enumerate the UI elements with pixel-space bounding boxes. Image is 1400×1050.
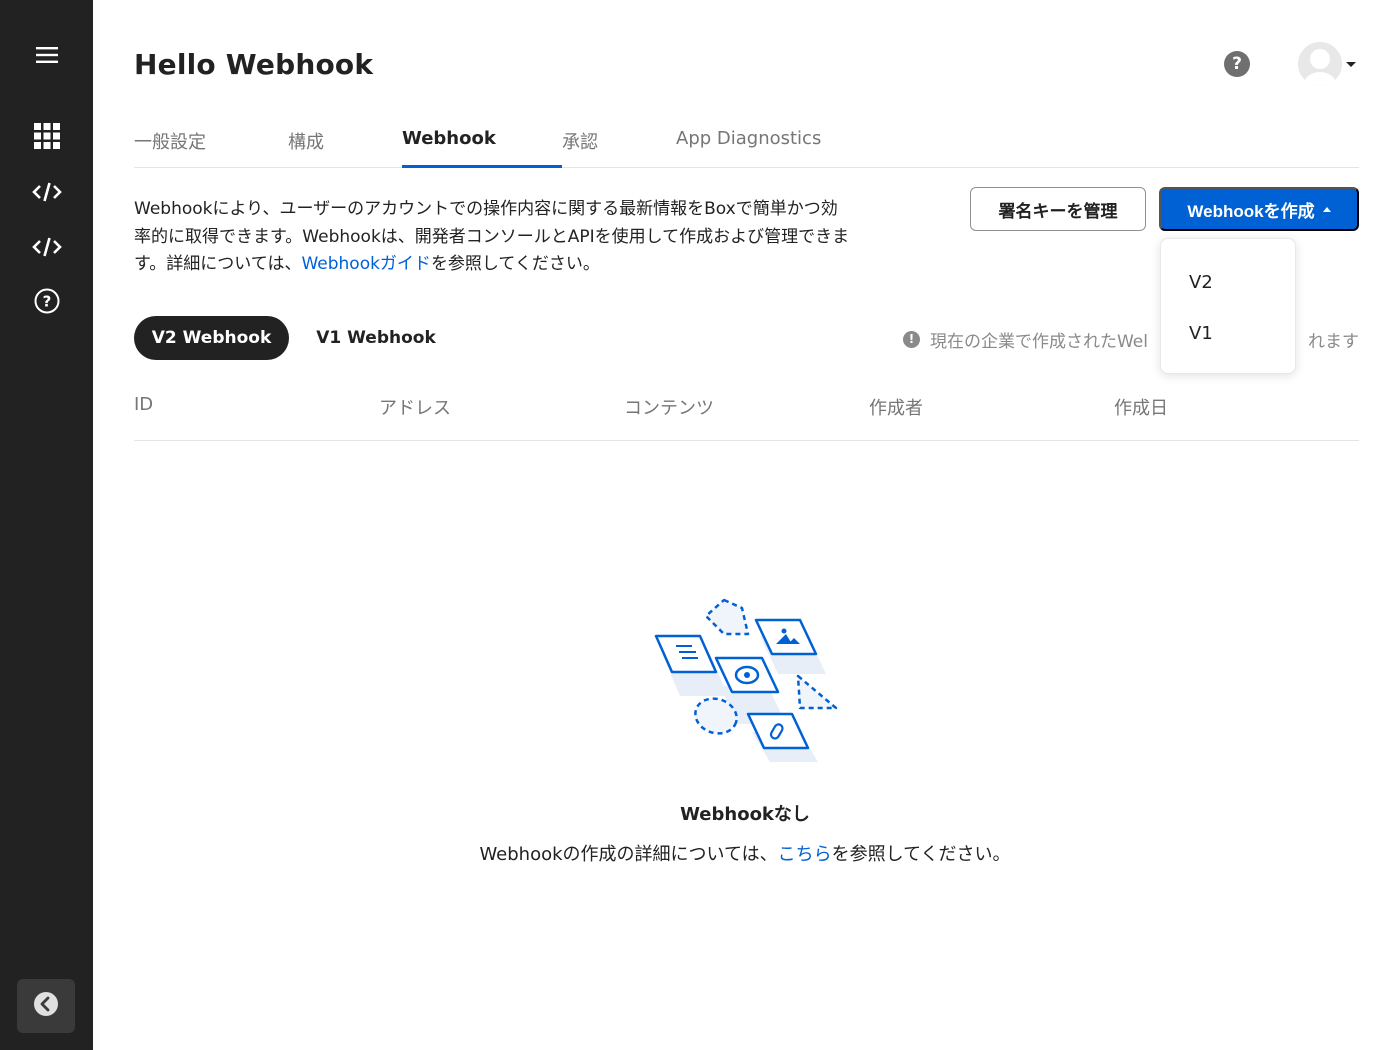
create-webhook-button[interactable]: Webhookを作成 [1159,187,1359,231]
menu-item-v2[interactable]: V2 [1161,259,1295,305]
tab-webhook[interactable]: Webhook [402,128,496,168]
menu-item-v1[interactable]: V1 [1161,310,1295,356]
column-header-address[interactable]: アドレス [379,394,451,420]
column-header-created-by[interactable]: 作成者 [869,394,923,420]
tab-app-diagnostics[interactable]: App Diagnostics [676,128,821,168]
apps-grid-icon[interactable] [28,117,66,155]
code-icon[interactable] [28,173,66,211]
notice-text: 現在の企業で作成されたWel [930,331,1148,352]
learn-more-link[interactable]: こちら [778,844,832,865]
tab-general-settings[interactable]: 一般設定 [134,128,206,168]
empty-state-title: Webhookなし [680,804,810,825]
help-icon: ? [1232,54,1242,74]
manage-signature-keys-button[interactable]: 署名キーを管理 [970,187,1146,231]
code-icon[interactable] [28,228,66,266]
column-header-id[interactable]: ID [134,394,153,415]
webhook-table-header: ID アドレス コンテンツ 作成者 作成日 [134,386,1359,441]
tab-configuration[interactable]: 構成 [288,128,324,168]
chevron-down-icon [1346,61,1356,67]
active-tab-indicator [402,165,562,168]
empty-state-illustration [650,596,840,768]
column-header-content[interactable]: コンテンツ [624,394,714,420]
account-menu[interactable] [1298,42,1356,86]
alert-icon: ! [903,330,920,348]
column-header-created-at[interactable]: 作成日 [1114,394,1168,420]
v1-webhook-pill[interactable]: V1 Webhook [303,316,449,360]
notice-text-tail: れます [1308,331,1359,352]
empty-state-description: Webhookの作成の詳細については、こちらを参照してください。 [479,844,1011,865]
v2-webhook-pill[interactable]: V2 Webhook [134,316,289,360]
chevron-left-icon [33,991,59,1021]
page-title: Hello Webhook [134,48,374,81]
help-button[interactable]: ? [1224,51,1250,77]
sidebar-collapse-button[interactable] [17,979,75,1033]
create-webhook-menu: V2 V1 [1160,238,1296,374]
menu-icon[interactable] [28,36,66,74]
webhook-description: Webhookにより、ユーザーのアカウントでの操作内容に関する最新情報をBoxで… [134,199,850,274]
svg-text:?: ? [43,293,52,311]
tab-bar: 一般設定 構成 Webhook 承認 App Diagnostics [134,112,1359,168]
help-circle-icon[interactable]: ? [28,282,66,320]
create-webhook-label: Webhookを作成 [1187,201,1315,221]
sidebar: ? [0,0,93,1050]
tab-authorization[interactable]: 承認 [562,128,598,168]
caret-up-icon [1322,206,1331,212]
avatar [1298,42,1342,86]
webhook-guide-link[interactable]: Webhookガイド [301,254,430,274]
